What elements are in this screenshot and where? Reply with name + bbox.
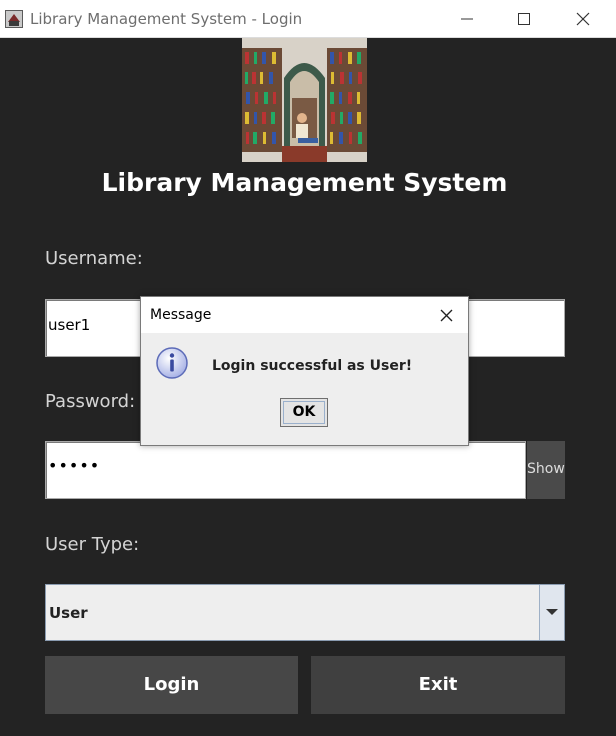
user-type-label: User Type: bbox=[45, 534, 140, 555]
password-label: Password: bbox=[45, 391, 136, 412]
exit-button[interactable]: Exit bbox=[311, 656, 565, 714]
maximize-button[interactable] bbox=[495, 0, 555, 37]
ok-button[interactable]: OK bbox=[280, 398, 328, 427]
dialog-close-button[interactable] bbox=[433, 302, 459, 328]
username-label: Username: bbox=[45, 248, 143, 269]
show-password-button[interactable]: Show bbox=[527, 441, 565, 499]
user-type-value: User bbox=[49, 604, 88, 622]
message-dialog: Message Login successful as User! OK bbox=[140, 296, 469, 446]
window-title: Library Management System - Login bbox=[30, 10, 303, 28]
app-heading: Library Management System bbox=[101, 168, 508, 197]
chevron-down-icon bbox=[546, 609, 558, 615]
login-button[interactable]: Login bbox=[45, 656, 298, 714]
library-header-image bbox=[242, 38, 367, 162]
close-icon bbox=[576, 12, 590, 26]
app-icon bbox=[5, 10, 23, 28]
dropdown-arrow-button[interactable] bbox=[539, 585, 564, 640]
minimize-button[interactable] bbox=[438, 0, 498, 37]
window-close-button[interactable] bbox=[554, 0, 614, 37]
minimize-icon bbox=[461, 18, 473, 20]
username-value: user1 bbox=[48, 316, 91, 334]
window-titlebar: Library Management System - Login bbox=[0, 0, 616, 38]
dialog-titlebar: Message bbox=[141, 297, 468, 333]
maximize-icon bbox=[518, 13, 530, 25]
dialog-title: Message bbox=[150, 307, 212, 323]
info-icon bbox=[156, 347, 188, 379]
close-icon bbox=[440, 309, 453, 322]
dialog-message: Login successful as User! bbox=[212, 358, 413, 374]
password-value: ••••• bbox=[48, 456, 101, 475]
show-password-label: Show bbox=[527, 461, 565, 477]
password-field[interactable]: ••••• bbox=[45, 441, 526, 499]
user-type-select[interactable]: User bbox=[45, 584, 565, 641]
